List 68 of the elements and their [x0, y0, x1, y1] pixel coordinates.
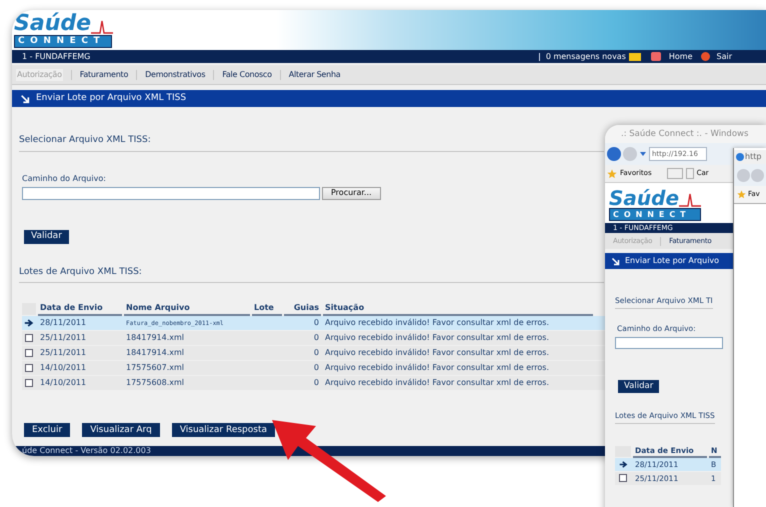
- table-cell-text: 28/11/2011: [39, 317, 88, 329]
- action-button[interactable]: Visualizar Resposta: [172, 423, 276, 437]
- account-name: 1 - FUNDAFFEMG: [22, 50, 90, 62]
- table-header-cell: [22, 303, 36, 315]
- table-cell-text: Arquivo recebido inválido! Favor consultar xml de erros.: [324, 362, 550, 374]
- checkbox[interactable]: [25, 379, 33, 387]
- table-cell-text: 0: [312, 362, 320, 374]
- logo-subtitle: CONNECT: [14, 35, 112, 48]
- checkbox[interactable]: [25, 364, 33, 372]
- section-heading: Lotes de Arquivo XML TISS:: [19, 266, 604, 283]
- validate-button[interactable]: Validar: [24, 230, 69, 244]
- table-cell-text: Arquivo recebido inválido! Favor consultar xml de erros.: [324, 377, 550, 389]
- back-button[interactable]: [607, 147, 621, 161]
- table-cell-text: 0: [312, 347, 320, 359]
- table-cell-text: 18417914.xml: [125, 347, 186, 359]
- checkbox[interactable]: [25, 349, 33, 357]
- file-path-field[interactable]: [22, 186, 320, 200]
- file-path-field[interactable]: [615, 336, 723, 348]
- field-label: Caminho do Arquivo:: [22, 172, 106, 184]
- table-cell-text: 14/10/2011: [39, 362, 88, 374]
- browse-button[interactable]: Procurar...: [322, 186, 381, 200]
- table-cell-text: 25/11/2011: [39, 347, 88, 359]
- page-title: Enviar Lote por Arquivo XML TISS: [36, 92, 186, 105]
- logo-subtitle: CONNECT: [609, 208, 701, 221]
- dropdown-icon: [640, 152, 646, 156]
- table-cell-text: Arquivo recebido inválido! Favor consultar xml de erros.: [324, 332, 550, 344]
- menu-item[interactable]: Fale Conosco: [222, 68, 272, 80]
- arrow-icon: [618, 460, 628, 469]
- arrow-icon: [24, 318, 34, 328]
- checkbox[interactable]: [25, 334, 33, 342]
- table-cell-text: 25/11/2011: [39, 332, 88, 344]
- table-cell-text: 18417914.xml: [125, 332, 186, 344]
- action-button[interactable]: Excluir: [24, 423, 70, 437]
- menu-item[interactable]: Alterar Senha: [288, 68, 340, 80]
- arrow-icon: [611, 256, 620, 266]
- logout-link[interactable]: Sair: [716, 50, 732, 62]
- table-cell-text: 14/10/2011: [39, 377, 88, 389]
- arrow-icon: [20, 94, 30, 104]
- table-cell-text: Arquivo recebido inválido! Favor consultar xml de erros.: [324, 317, 550, 329]
- star-icon: [737, 190, 746, 199]
- table-cell-text: 0: [312, 332, 320, 344]
- checkbox[interactable]: [619, 474, 627, 482]
- home-link[interactable]: Home: [668, 50, 692, 62]
- menu-item[interactable]: Faturamento: [80, 68, 128, 80]
- table-row[interactable]: 14/10/2011 17575608.xml 0 Arquivo recebido inválido! Favor consultar xml de erros.: [22, 376, 605, 390]
- table-row[interactable]: 25/11/2011 18417914.xml 0 Arquivo recebido inválido! Favor consultar xml de erros.: [22, 331, 605, 345]
- logo-wordmark: Saúde: [609, 188, 680, 208]
- table-cell-text: 0: [312, 317, 320, 329]
- table-cell-text: 17575608.xml: [125, 377, 186, 389]
- section-heading: Selecionar Arquivo XML TISS:: [19, 134, 604, 152]
- table-header-cell: [615, 446, 631, 457]
- table-cell-text: Arquivo recebido inválido! Favor consultar xml de erros.: [324, 347, 550, 359]
- logo-wordmark: Saúde: [14, 13, 92, 35]
- table-row[interactable]: 25/11/2011 18417914.xml 0 Arquivo recebido inválido! Favor consultar xml de erros.: [22, 346, 605, 360]
- table-row[interactable]: 14/10/2011 17575607.xml 0 Arquivo recebido inválido! Favor consultar xml de erros.: [22, 361, 605, 375]
- star-icon: [607, 168, 617, 178]
- heartbeat-icon: [679, 192, 702, 208]
- validate-button[interactable]: Validar: [618, 380, 660, 392]
- table-cell-text: 0: [312, 377, 320, 389]
- window-title: .: Saúde Connect :. - Windows: [605, 125, 766, 143]
- heartbeat-icon: [91, 19, 114, 35]
- forward-button[interactable]: [751, 168, 764, 182]
- messages-link[interactable]: 0 mensagens novas: [546, 50, 626, 62]
- table-cell-text: 17575607.xml: [125, 362, 186, 374]
- action-button[interactable]: Visualizar Arq: [82, 423, 160, 437]
- menu-item[interactable]: Demonstrativos: [145, 68, 206, 80]
- page-title: Enviar Lote por Arquivo: [625, 255, 720, 267]
- dropdown-button[interactable]: [686, 168, 694, 179]
